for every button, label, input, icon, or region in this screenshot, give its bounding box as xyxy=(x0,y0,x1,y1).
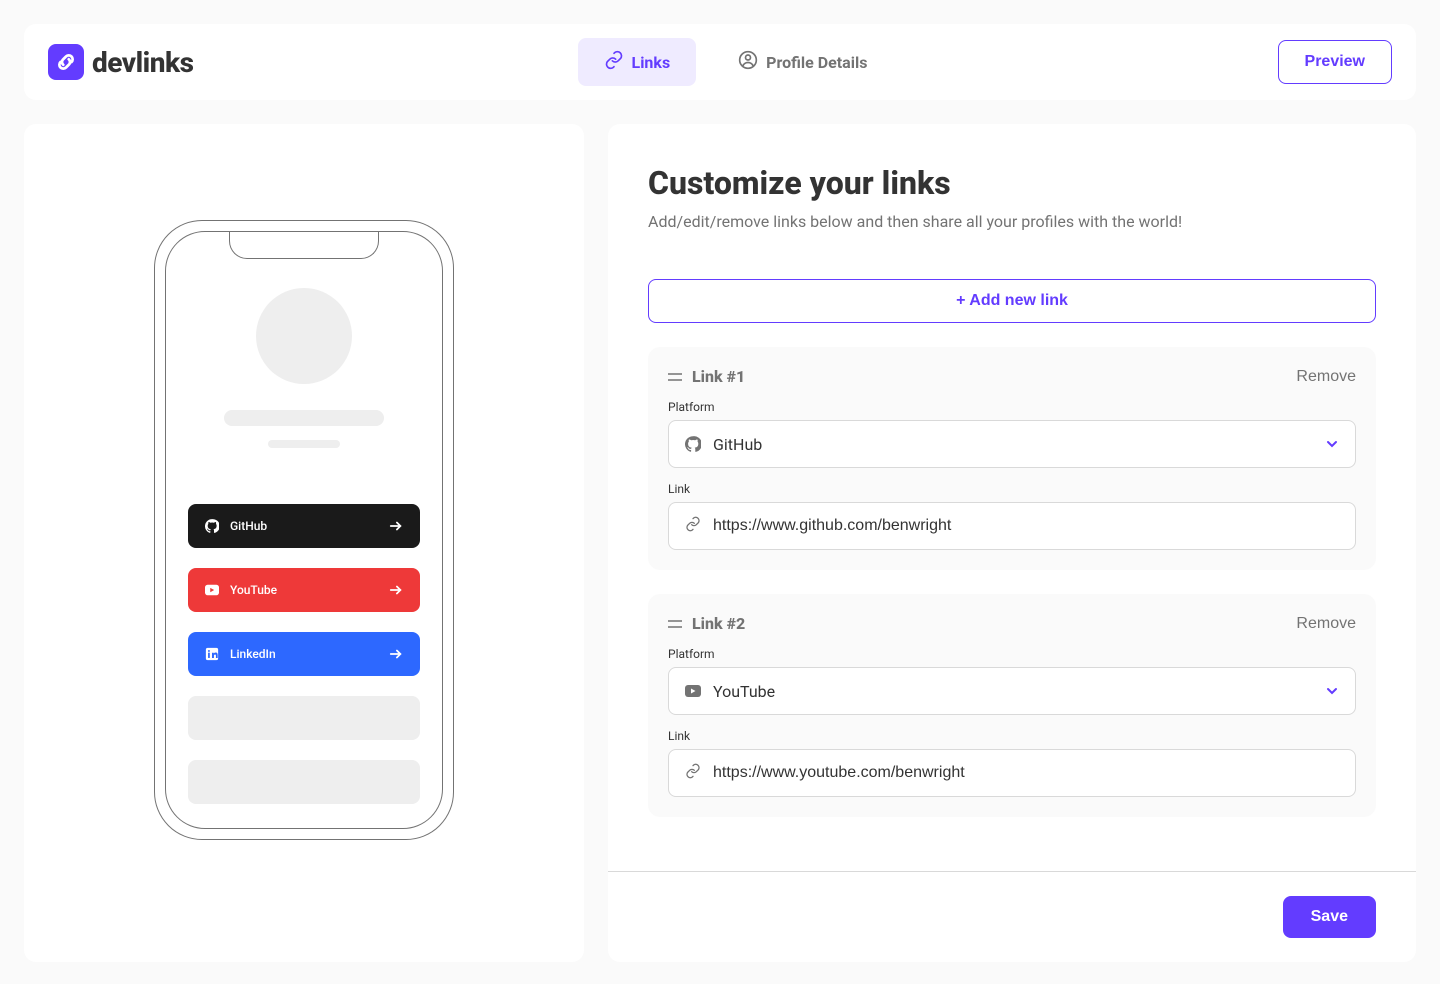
tab-links[interactable]: Links xyxy=(578,38,697,86)
link-block-title: Link #1 xyxy=(692,367,745,386)
preview-link-label: GitHub xyxy=(230,519,388,533)
youtube-icon xyxy=(685,683,701,699)
drag-handle-icon[interactable] xyxy=(668,372,682,382)
avatar-placeholder xyxy=(256,288,352,384)
brand-name: devlinks xyxy=(92,46,193,79)
platform-select[interactable]: YouTube xyxy=(668,667,1356,715)
youtube-icon xyxy=(204,582,220,598)
link-icon xyxy=(685,516,701,536)
link-block-title: Link #2 xyxy=(692,614,745,633)
brand-logo-icon xyxy=(48,44,84,80)
preview-link-youtube[interactable]: YouTube xyxy=(188,568,420,612)
page-subtitle: Add/edit/remove links below and then sha… xyxy=(648,212,1376,231)
preview-link-label: YouTube xyxy=(230,583,388,597)
tab-profile-details[interactable]: Profile Details xyxy=(712,38,893,86)
tab-profile-details-label: Profile Details xyxy=(766,53,867,72)
save-button[interactable]: Save xyxy=(1283,896,1376,938)
platform-select-value: GitHub xyxy=(713,435,1325,454)
link-url-field[interactable] xyxy=(668,502,1356,550)
link-block: Link #1 Remove Platform GitHub Link xyxy=(648,347,1376,570)
preview-link-empty xyxy=(188,696,420,740)
phone-screen: GitHub YouTube xyxy=(165,231,443,829)
platform-select-value: YouTube xyxy=(713,682,1325,701)
link-icon xyxy=(604,50,624,74)
remove-link-button[interactable]: Remove xyxy=(1296,368,1356,386)
platform-select[interactable]: GitHub xyxy=(668,420,1356,468)
link-url-label: Link xyxy=(668,482,1356,496)
link-icon xyxy=(685,763,701,783)
github-icon xyxy=(685,436,701,452)
handle-placeholder xyxy=(268,440,340,448)
link-url-label: Link xyxy=(668,729,1356,743)
preview-link-label: LinkedIn xyxy=(230,647,388,661)
phone-notch xyxy=(229,231,379,259)
arrow-right-icon xyxy=(388,518,404,534)
brand: devlinks xyxy=(48,44,193,80)
links-editor-card: Customize your links Add/edit/remove lin… xyxy=(608,124,1416,962)
platform-label: Platform xyxy=(668,400,1356,414)
arrow-right-icon xyxy=(388,646,404,662)
chevron-down-icon xyxy=(1325,437,1339,451)
add-new-link-button[interactable]: + Add new link xyxy=(648,279,1376,323)
link-url-input[interactable] xyxy=(713,517,1339,535)
chevron-down-icon xyxy=(1325,684,1339,698)
github-icon xyxy=(204,518,220,534)
phone-frame: GitHub YouTube xyxy=(154,220,454,840)
name-placeholder xyxy=(224,410,384,426)
link-url-field[interactable] xyxy=(668,749,1356,797)
app-header: devlinks Links Profile Details xyxy=(24,24,1416,100)
arrow-right-icon xyxy=(388,582,404,598)
preview-button[interactable]: Preview xyxy=(1278,40,1392,84)
linkedin-icon xyxy=(204,646,220,662)
nav-tabs: Links Profile Details xyxy=(193,38,1277,86)
preview-link-empty xyxy=(188,760,420,804)
preview-link-github[interactable]: GitHub xyxy=(188,504,420,548)
user-circle-icon xyxy=(738,50,758,74)
platform-label: Platform xyxy=(668,647,1356,661)
tab-links-label: Links xyxy=(632,53,671,72)
remove-link-button[interactable]: Remove xyxy=(1296,615,1356,633)
drag-handle-icon[interactable] xyxy=(668,619,682,629)
link-block: Link #2 Remove Platform YouTube Link xyxy=(648,594,1376,817)
preview-link-linkedin[interactable]: LinkedIn xyxy=(188,632,420,676)
editor-footer: Save xyxy=(608,871,1416,962)
page-title: Customize your links xyxy=(648,164,1376,202)
link-url-input[interactable] xyxy=(713,764,1339,782)
phone-preview-card: GitHub YouTube xyxy=(24,124,584,962)
preview-links-list: GitHub YouTube xyxy=(188,504,420,804)
